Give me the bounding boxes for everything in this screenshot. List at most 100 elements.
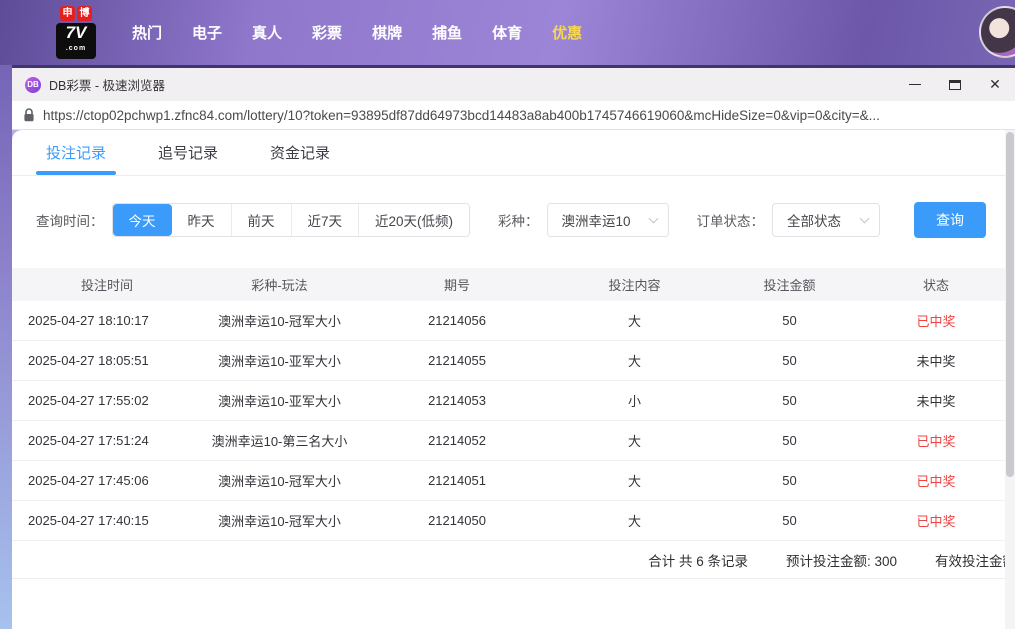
logo-badge-bo: 博: [77, 6, 92, 21]
window-title: DB彩票 - 极速浏览器: [49, 79, 165, 93]
cell-amount: 50: [782, 313, 797, 328]
summary-total: 合计 共 6 条记录: [648, 553, 748, 569]
summary-bar: 合计 共 6 条记录 预计投注金额: 300 有效投注金额:: [12, 541, 1005, 579]
url-text[interactable]: https://ctop02pchwp1.zfnc84.com/lottery/…: [43, 108, 880, 123]
lottery-select[interactable]: 澳洲幸运10: [546, 203, 669, 237]
tab-fund-records[interactable]: 资金记录: [264, 142, 336, 175]
table-row: 2025-04-27 18:10:17 澳洲幸运10-冠军大小 21214056…: [12, 301, 1005, 341]
window-controls: ✕: [895, 68, 1015, 101]
cell-bet-time: 2025-04-27 18:05:51: [28, 353, 149, 368]
status-badge: 未中奖: [916, 394, 956, 409]
main-nav: 热门 电子 真人 彩票 棋牌 捕鱼 体育 优惠: [132, 22, 582, 43]
chevron-down-icon: [859, 213, 870, 223]
cell-issue: 21214053: [428, 393, 486, 408]
cell-amount: 50: [782, 393, 797, 408]
site-logo[interactable]: 申 博 7V .com: [56, 6, 96, 59]
order-status-label: 订单状态：: [696, 214, 765, 229]
nav-item-live[interactable]: 真人: [252, 22, 282, 43]
header-status: 状态: [922, 278, 949, 293]
cell-bet-time: 2025-04-27 17:55:02: [28, 393, 149, 408]
nav-item-electronic[interactable]: 电子: [192, 22, 222, 43]
cell-issue: 21214055: [428, 353, 486, 368]
query-time-label: 查询时间：: [36, 214, 104, 229]
site-topbar: 申 博 7V .com 热门 电子 真人 彩票 棋牌 捕鱼 体育 优惠: [0, 0, 1015, 65]
table-row: 2025-04-27 17:51:24 澳洲幸运10-第三名大小 2121405…: [12, 421, 1005, 461]
cell-content: 大: [627, 474, 641, 489]
logo-main: 7V .com: [56, 23, 96, 59]
status-badge: 已中奖: [916, 434, 956, 449]
filter-bar: 查询时间： 今天 昨天 前天 近7天 近20天(低频) 彩种： 澳洲幸运10 订…: [36, 202, 1015, 238]
status-badge: 已中奖: [916, 474, 956, 489]
time-option-yesterday[interactable]: 昨天: [171, 204, 231, 236]
nav-item-lottery[interactable]: 彩票: [312, 22, 342, 43]
cell-content: 大: [627, 514, 641, 529]
summary-valid-amount: 有效投注金额:: [935, 553, 1005, 569]
cell-content: 大: [627, 434, 641, 449]
status-select[interactable]: 全部状态: [772, 203, 881, 237]
status-badge: 已中奖: [916, 314, 956, 329]
logo-sub: .com: [65, 45, 87, 52]
table-row: 2025-04-27 17:45:06 澳洲幸运10-冠军大小 21214051…: [12, 461, 1005, 501]
table-row: 2025-04-27 18:05:51 澳洲幸运10-亚军大小 21214055…: [12, 341, 1005, 381]
tab-chase-records[interactable]: 追号记录: [152, 142, 224, 175]
nav-item-chess[interactable]: 棋牌: [372, 22, 402, 43]
cell-game-play: 澳洲幸运10-冠军大小: [218, 314, 341, 329]
window-titlebar[interactable]: DB DB彩票 - 极速浏览器 ✕: [12, 68, 1015, 101]
nav-item-hot[interactable]: 热门: [132, 22, 162, 43]
lock-icon: [23, 108, 35, 122]
nav-item-fishing[interactable]: 捕鱼: [432, 22, 462, 43]
summary-expected-amount: 预计投注金额: 300: [785, 553, 897, 569]
cell-bet-time: 2025-04-27 18:10:17: [28, 313, 149, 328]
cell-amount: 50: [782, 473, 797, 488]
vertical-scrollbar[interactable]: [1005, 130, 1015, 629]
table-row: 2025-04-27 17:40:15 澳洲幸运10-冠军大小 21214050…: [12, 501, 1005, 541]
cell-issue: 21214050: [428, 513, 486, 528]
record-tabs: 投注记录 追号记录 资金记录: [12, 130, 1015, 176]
table-row: 2025-04-27 17:55:02 澳洲幸运10-亚军大小 21214053…: [12, 381, 1005, 421]
cell-content: 小: [627, 394, 641, 409]
cell-amount: 50: [782, 353, 797, 368]
cell-bet-time: 2025-04-27 17:40:15: [28, 513, 149, 528]
cell-issue: 21214051: [428, 473, 486, 488]
page-content: 投注记录 追号记录 资金记录 查询时间： 今天 昨天 前天 近7天 近20天(低…: [12, 130, 1015, 629]
cell-amount: 50: [782, 433, 797, 448]
cell-issue: 21214052: [428, 433, 486, 448]
time-option-20days[interactable]: 近20天(低频): [358, 204, 470, 236]
cell-game-play: 澳洲幸运10-冠军大小: [218, 514, 341, 529]
cell-issue: 21214056: [428, 313, 486, 328]
time-option-daybefore[interactable]: 前天: [230, 204, 291, 236]
page-background: 投注记录 追号记录 资金记录 查询时间： 今天 昨天 前天 近7天 近20天(低…: [12, 130, 1015, 629]
browser-favicon-icon: DB: [25, 76, 41, 93]
lottery-label: 彩种：: [498, 214, 539, 229]
table-header-row: 投注时间 彩种-玩法 期号 投注内容 投注金额 状态: [12, 268, 1005, 301]
cell-bet-time: 2025-04-27 17:51:24: [28, 433, 149, 448]
cell-game-play: 澳洲幸运10-冠军大小: [218, 474, 341, 489]
status-badge: 已中奖: [916, 514, 956, 529]
logo-badges: 申 博: [56, 6, 96, 21]
browser-window: DB DB彩票 - 极速浏览器 ✕ https://ctop02pchwp1.z…: [12, 65, 1015, 629]
status-badge: 未中奖: [916, 354, 956, 369]
status-select-value: 全部状态: [787, 214, 842, 229]
time-option-today[interactable]: 今天: [112, 204, 172, 236]
scrollbar-thumb[interactable]: [1006, 132, 1014, 477]
avatar[interactable]: [979, 6, 1015, 58]
time-option-7days[interactable]: 近7天: [290, 204, 359, 236]
header-game-play: 彩种-玩法: [251, 278, 308, 293]
maximize-button[interactable]: [935, 68, 975, 101]
nav-item-sports[interactable]: 体育: [492, 22, 522, 43]
url-bar: https://ctop02pchwp1.zfnc84.com/lottery/…: [12, 101, 1015, 130]
cell-bet-time: 2025-04-27 17:45:06: [28, 473, 149, 488]
tab-bet-records[interactable]: 投注记录: [35, 142, 117, 175]
search-button[interactable]: 查询: [914, 202, 987, 238]
cell-content: 大: [627, 314, 641, 329]
nav-item-promo[interactable]: 优惠: [552, 22, 582, 43]
header-content: 投注内容: [608, 278, 661, 293]
lottery-select-value: 澳洲幸运10: [561, 214, 631, 229]
chevron-down-icon: [648, 213, 658, 223]
maximize-icon: [949, 79, 961, 90]
cell-content: 大: [627, 354, 641, 369]
header-bet-time: 投注时间: [80, 278, 133, 293]
minimize-button[interactable]: [895, 68, 935, 101]
close-button[interactable]: ✕: [975, 68, 1015, 101]
cell-game-play: 澳洲幸运10-第三名大小: [211, 434, 348, 449]
